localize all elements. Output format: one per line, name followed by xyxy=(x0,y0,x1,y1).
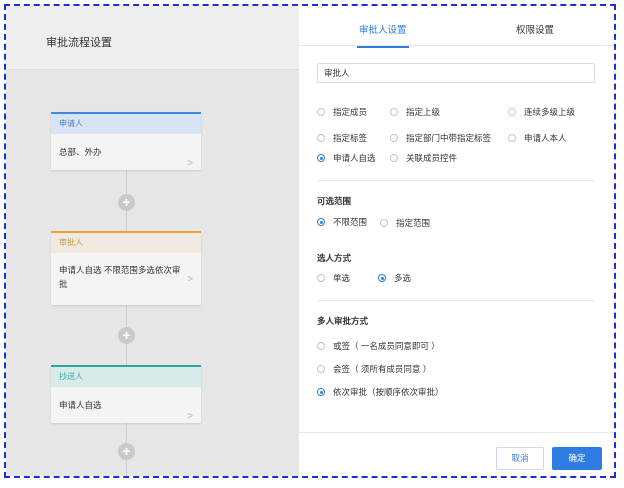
radio-label: 单选 xyxy=(333,273,351,283)
radio-circle-icon xyxy=(317,274,325,282)
radio-multi-select[interactable]: 多选 xyxy=(378,272,411,284)
radio-applicant-self[interactable]: 申请人本人 xyxy=(508,132,567,144)
section-title-range: 可选范围 xyxy=(317,196,352,206)
radio-label: 指定上级 xyxy=(406,107,441,117)
settings-tabs: 审批人设置 权限设置 xyxy=(299,6,614,48)
radio-label: 指定部门中带指定标签 xyxy=(406,133,492,143)
radio-circle-icon xyxy=(390,134,398,142)
card-body: 申请人自选 不限范围多选依次审批 > xyxy=(51,253,201,305)
radio-department-tag[interactable]: 指定部门中带指定标签 xyxy=(390,132,491,144)
radio-countersign[interactable]: 会签（ 须所有成员同意 ） xyxy=(317,363,431,375)
radio-circle-icon xyxy=(508,108,516,116)
card-summary: 申请人自选 不限范围多选依次审批 xyxy=(59,265,181,289)
radio-unlimited-range[interactable]: 不限范围 xyxy=(317,216,367,228)
radio-specified-tag[interactable]: 指定标签 xyxy=(317,132,367,144)
radio-label: 申请人自选 xyxy=(333,153,376,163)
radio-circle-icon xyxy=(317,365,325,373)
page-title: 审批流程设置 xyxy=(46,37,112,49)
radio-label: 会签（ 须所有成员同意 ） xyxy=(333,364,432,374)
card-title: 申请人 xyxy=(51,114,201,134)
radio-linked-member-control[interactable]: 关联成员控件 xyxy=(390,152,457,164)
add-node-button[interactable]: + xyxy=(118,194,135,211)
flow-panel: 审批流程设置 申请人 总部、外办 > + 审批人 申请人自选 不限范围多选依次审… xyxy=(6,6,299,476)
radio-or-sign[interactable]: 或签（ 一名成员同意即可 ） xyxy=(317,340,440,352)
flow-header: 审批流程设置 xyxy=(6,6,299,70)
section-title-multi-approval: 多人审批方式 xyxy=(317,316,369,326)
radio-label: 关联成员控件 xyxy=(406,153,458,163)
flow-connector-line xyxy=(126,166,127,476)
card-summary: 总部、外办 xyxy=(59,147,102,157)
radio-label: 指定成员 xyxy=(333,107,368,117)
radio-multilevel-superior[interactable]: 连续多级上级 xyxy=(508,106,575,118)
radio-label: 申请人本人 xyxy=(524,133,567,143)
flow-card-cc[interactable]: 抄送人 申请人自选 > xyxy=(51,365,201,423)
radio-circle-icon xyxy=(317,108,325,116)
add-node-button[interactable]: + xyxy=(118,443,135,460)
radio-circle-icon xyxy=(390,108,398,116)
radio-checked-icon xyxy=(378,274,386,282)
flow-card-applicant[interactable]: 申请人 总部、外办 > xyxy=(51,112,201,170)
radio-label: 指定标签 xyxy=(333,133,368,143)
tab-permission-settings[interactable]: 权限设置 xyxy=(516,22,554,36)
card-body: 申请人自选 > xyxy=(51,387,201,423)
radio-label: 连续多级上级 xyxy=(524,107,576,117)
flow-card-approver[interactable]: 审批人 申请人自选 不限范围多选依次审批 > xyxy=(51,231,201,305)
radio-single-select[interactable]: 单选 xyxy=(317,272,350,284)
radio-label: 多选 xyxy=(394,273,412,283)
radio-checked-icon xyxy=(317,154,325,162)
add-node-button[interactable]: + xyxy=(118,327,135,344)
divider xyxy=(317,180,595,181)
radio-label: 不限范围 xyxy=(333,217,368,227)
radio-circle-icon xyxy=(317,134,325,142)
card-summary: 申请人自选 xyxy=(59,400,102,410)
radio-circle-icon xyxy=(508,134,516,142)
cancel-button[interactable]: 取消 xyxy=(496,447,544,470)
card-body: 总部、外办 > xyxy=(51,134,201,170)
radio-specified-member[interactable]: 指定成员 xyxy=(317,106,367,118)
radio-specified-range[interactable]: 指定范围 xyxy=(380,217,430,229)
radio-sequential-approval[interactable]: 依次审批（按顺序依次审批） xyxy=(317,386,444,398)
chevron-right-icon: > xyxy=(187,158,193,169)
radio-applicant-choose[interactable]: 申请人自选 xyxy=(317,152,376,164)
radio-circle-icon xyxy=(317,342,325,350)
radio-label: 指定范围 xyxy=(396,218,431,228)
radio-label: 或签（ 一名成员同意即可 ） xyxy=(333,341,440,351)
radio-checked-icon xyxy=(317,218,325,226)
radio-label: 依次审批（按顺序依次审批） xyxy=(333,387,444,397)
chevron-right-icon: > xyxy=(187,274,193,285)
settings-panel: 审批人设置 权限设置 指定成员 指定上级 连续多级上级 指定标签 指定部门中带指… xyxy=(299,6,614,476)
confirm-button[interactable]: 确定 xyxy=(552,447,602,470)
section-title-select-mode: 选人方式 xyxy=(317,253,352,263)
tab-approver-settings[interactable]: 审批人设置 xyxy=(357,22,409,48)
chevron-right-icon: > xyxy=(187,411,193,422)
card-title: 抄送人 xyxy=(51,367,201,387)
dialog-frame: 审批流程设置 申请人 总部、外办 > + 审批人 申请人自选 不限范围多选依次审… xyxy=(4,4,616,478)
node-name-input[interactable] xyxy=(317,63,595,83)
dialog-footer: 取消 确定 xyxy=(299,432,614,476)
divider xyxy=(317,300,595,301)
radio-checked-icon xyxy=(317,388,325,396)
radio-circle-icon xyxy=(390,154,398,162)
card-title: 审批人 xyxy=(51,233,201,253)
radio-specified-superior[interactable]: 指定上级 xyxy=(390,106,440,118)
radio-circle-icon xyxy=(380,219,388,227)
